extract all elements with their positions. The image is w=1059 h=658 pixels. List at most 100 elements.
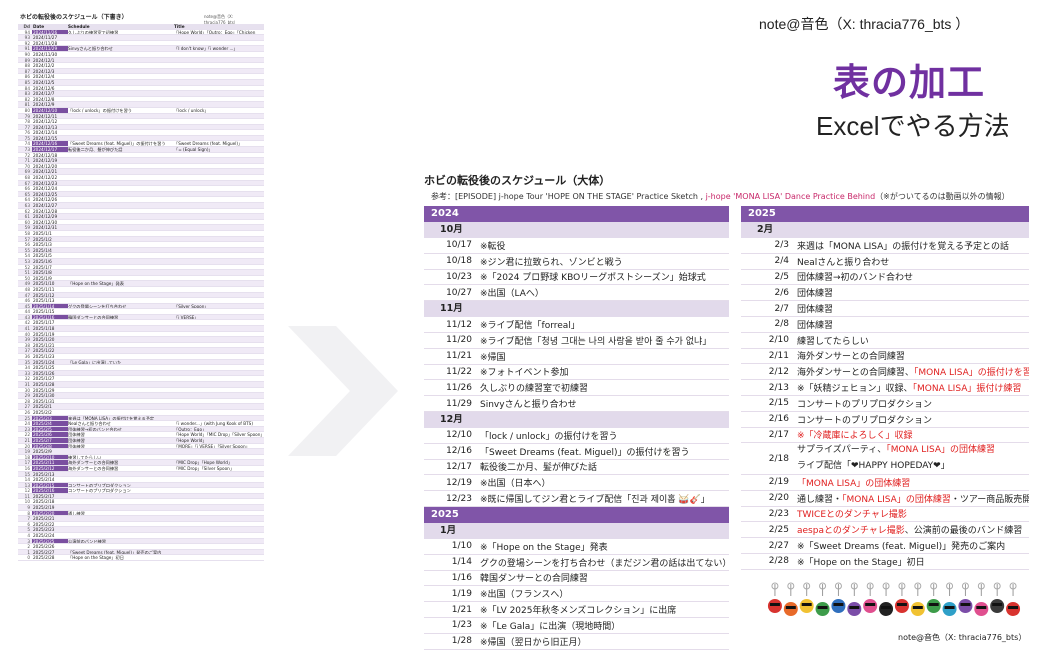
row-title [174,203,264,208]
schedule-row: 11/22 ※フォトイベント参加 [424,365,729,381]
row-title [174,231,264,236]
row-title [174,164,264,169]
schedule-date: 2/23 [768,508,789,519]
row-date: 2025/1/2 [33,236,52,242]
row-schedule [68,516,174,521]
row-schedule [68,343,174,348]
keychain-charm [958,582,973,613]
row-number: 82 [24,96,30,102]
schedule-event: Nealさんと振り合わせ [797,255,1029,268]
row-number: 47 [24,292,30,298]
row-schedule [68,97,174,102]
row-title: 「Hope World」「Outro：Ego」「Chicken [174,29,256,35]
event-text: 「lock / unlock」の振付けを習う [480,431,618,442]
schedule-row: 1/23 ※「Le Gala」に出演（現地時間） [424,618,729,634]
schedule-event: ※フォトイベント参加 [480,365,729,378]
row-title [174,343,264,348]
row-title [174,242,264,247]
keychain-charm [799,582,814,613]
row-title: 「= (Equal Sign)」 [174,147,213,152]
row-date: 2025/2/23 [33,527,55,533]
schedule-date: 2/19 [768,477,789,488]
row-title [174,186,264,191]
page-subtitle: Excelでやる方法 [816,111,1010,141]
schedule-row: 2/20 通し練習・「MONA LISA」の団体練習・ツアー商品販売開始 [741,491,1029,507]
footer-note: note@音色（X: thracia776_bts） [898,633,1027,642]
row-schedule [68,114,174,119]
schedule-date: 11/20 [446,335,472,346]
event-text: 久しぶりの練習室で初練習 [480,384,589,395]
header-n: Dd [23,24,30,29]
row-number: 26 [24,409,30,415]
event-text: ※「Sweet Dreams (feat. Miguel)」発売のご案内 [797,542,1006,553]
row-number: 94 [24,29,30,35]
row-schedule: グクの登場シーンを打ち合わせ [68,303,127,309]
schedule-event: 「lock / unlock」の振付けを習う [480,429,729,442]
row-title [174,259,264,264]
row-title [174,225,264,230]
row-schedule [68,86,174,91]
row-schedule [68,477,174,482]
schedule-date: 2/13 [768,382,789,393]
row-schedule [68,270,174,275]
row-date: 2024/12/9 [33,102,55,108]
row-title [174,192,264,197]
row-number: 93 [24,35,30,41]
row-schedule [68,220,174,225]
row-number: 69 [24,169,30,175]
reference-link[interactable]: j-hope 'MONA LISA' Dance Practice Behind [706,192,876,201]
event-text-highlight: aespaとのダンチャレ撮影 [797,526,905,537]
row-schedule [68,214,174,219]
row-number: 60 [24,219,30,225]
row-number: 39 [24,337,30,343]
row-number: 24 [24,421,30,427]
schedule-event: 通し練習・「MONA LISA」の団体練習・ツアー商品販売開始 [797,492,1029,505]
schedule-date: 2/10 [768,335,789,346]
row-title [174,399,264,404]
row-date: 2025/1/17 [33,320,55,326]
row-title [174,158,264,163]
event-text: 転役後二か月、髪が伸びた話 [480,463,598,474]
row-title [174,544,264,549]
row-title: 「i VERSE」 [174,314,199,320]
row-number: 56 [24,242,30,248]
row-schedule [68,74,174,79]
row-schedule: 転役後二か月、髪が伸びた話 [68,147,123,152]
row-title: 「Sweet Dreams (feat. Miguel)」 [174,141,243,147]
row-title [174,494,264,499]
row-title [174,337,264,342]
schedule-row: 1/28 ※帰国（翌日から旧正月） [424,634,729,650]
row-title: 「Outro：Ego」 [174,426,207,432]
schedule-date: 11/22 [446,366,472,377]
row-number: 29 [24,393,30,399]
row-number: 2 [27,544,30,550]
event-text: 、公演前の最後のバンド練習 [904,526,1023,537]
row-title [174,320,264,325]
row-number: 67 [24,180,30,186]
row-number: 37 [24,348,30,354]
event-text: ※出国（LAへ） [480,289,544,300]
row-date: 2024/11/29 [32,46,68,51]
schedule-date: 10/18 [446,256,472,267]
row-schedule: 通し練習 [68,510,85,516]
schedule-row: 12/17 転役後二か月、髪が伸びた話 [424,460,729,476]
schedule-event: 団体練習→初のバンド合わせ [797,270,1029,283]
schedule-date: 2/15 [768,398,789,409]
row-number: 22 [24,432,30,438]
row-number: 87 [24,68,30,74]
row-date: 2024/12/18 [33,152,58,158]
row-schedule [68,181,174,186]
row-date: 2025/2/8 [32,443,68,449]
row-date: 2025/2/10 [32,454,68,460]
row-schedule [68,326,174,331]
row-schedule [68,298,174,303]
row-title [174,175,264,180]
schedule-date: 12/19 [446,477,472,488]
row-date: 2025/1/31 [33,398,55,404]
event-text: ※帰国 [480,352,506,363]
schedule-event: ※「Hope on the Stage」発表 [480,540,729,553]
row-number: 58 [24,230,30,236]
row-number: 81 [24,102,30,108]
keychain-charm [783,582,798,616]
row-number: 63 [24,203,30,208]
